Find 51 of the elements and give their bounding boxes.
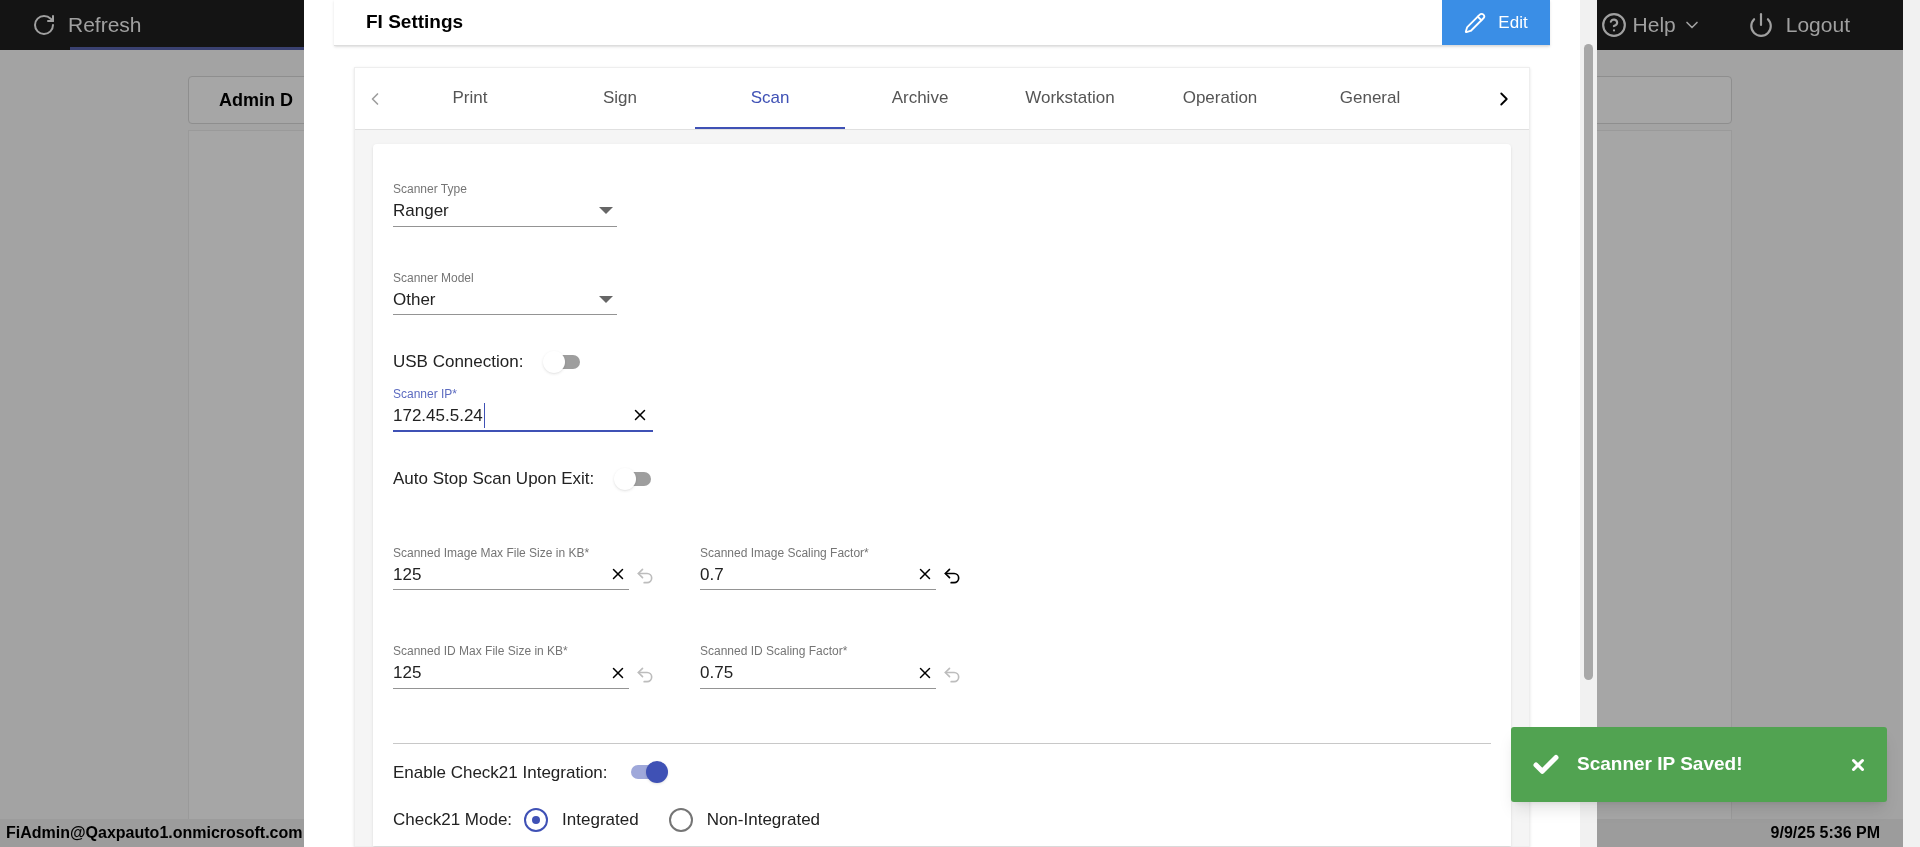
field-value: Other	[393, 288, 436, 311]
toggle-label: USB Connection:	[393, 351, 524, 373]
text-field[interactable]: Scanned ID Max File Size in KB* 125	[393, 642, 629, 689]
tab[interactable]: Operation	[1145, 68, 1295, 129]
radio-group-label: Check21 Mode:	[393, 809, 513, 831]
text-field[interactable]: Scanner IP* 172.45.5.24	[393, 384, 653, 432]
pencil-icon	[1464, 11, 1487, 34]
toggle-label: Enable Check21 Integration:	[393, 761, 608, 784]
dropdown-arrow-icon	[599, 207, 613, 215]
field-value: 125	[393, 563, 422, 586]
select-field[interactable]: Scanner Model Other	[393, 268, 617, 315]
text-field[interactable]: Scanned ID Scaling Factor* 0.75	[700, 642, 936, 689]
field-value: 0.75	[700, 662, 734, 684]
select-field[interactable]: Scanner Type Ranger	[393, 180, 617, 227]
page-title: Admin D	[219, 88, 293, 112]
field-label: Scanned Image Max File Size in KB*	[393, 544, 591, 562]
field-label: Scanner Type	[393, 181, 468, 198]
field-label: Scanner Model	[393, 269, 475, 287]
logout-button[interactable]: Logout	[1747, 9, 1850, 41]
power-icon	[1747, 12, 1774, 38]
text-field[interactable]: Scanned Image Max File Size in KB* 125	[393, 543, 629, 590]
status-user: FiAdmin@Qaxpauto1.onmicrosoft.com	[6, 823, 303, 843]
status-time: 9/9/25 5:36 PM	[1770, 823, 1880, 843]
text-field[interactable]: Scanned Image Scaling Factor* 0.7	[700, 543, 936, 590]
field-label: Scanned ID Max File Size in KB*	[393, 643, 569, 660]
tab[interactable]: Archive	[845, 68, 995, 129]
field-value: 0.7	[700, 563, 724, 586]
field-label: Scanned Image Scaling Factor*	[700, 544, 870, 562]
tab[interactable]: Workstation	[995, 68, 1145, 129]
field-value: Ranger	[393, 200, 449, 222]
toast-message: Scanner IP Saved!	[1577, 752, 1744, 777]
tab[interactable]: Print	[395, 68, 545, 129]
radio-label: Integrated	[562, 809, 639, 831]
dialog-title: FI Settings	[366, 10, 464, 35]
field-label: Scanned ID Scaling Factor*	[700, 643, 849, 660]
dropdown-arrow-icon	[599, 295, 613, 303]
tab[interactable]: General	[1295, 68, 1445, 129]
undo-icon[interactable]	[942, 566, 962, 586]
field-label: Scanner IP*	[393, 385, 459, 403]
tab[interactable]: Scan	[695, 68, 845, 129]
refresh-icon	[32, 13, 56, 37]
radio-label: Non-Integrated	[706, 809, 821, 831]
radio-button[interactable]	[524, 807, 549, 832]
refresh-button[interactable]: Refresh	[32, 9, 142, 41]
field-value: 172.45.5.24	[393, 402, 485, 428]
toggle-label: Auto Stop Scan Upon Exit:	[393, 468, 595, 490]
tab[interactable]: Sign	[545, 68, 695, 129]
field-value: 125	[393, 662, 422, 684]
help-button[interactable]: Help	[1600, 9, 1702, 41]
radio-button[interactable]	[668, 807, 693, 832]
help-icon	[1600, 12, 1627, 38]
